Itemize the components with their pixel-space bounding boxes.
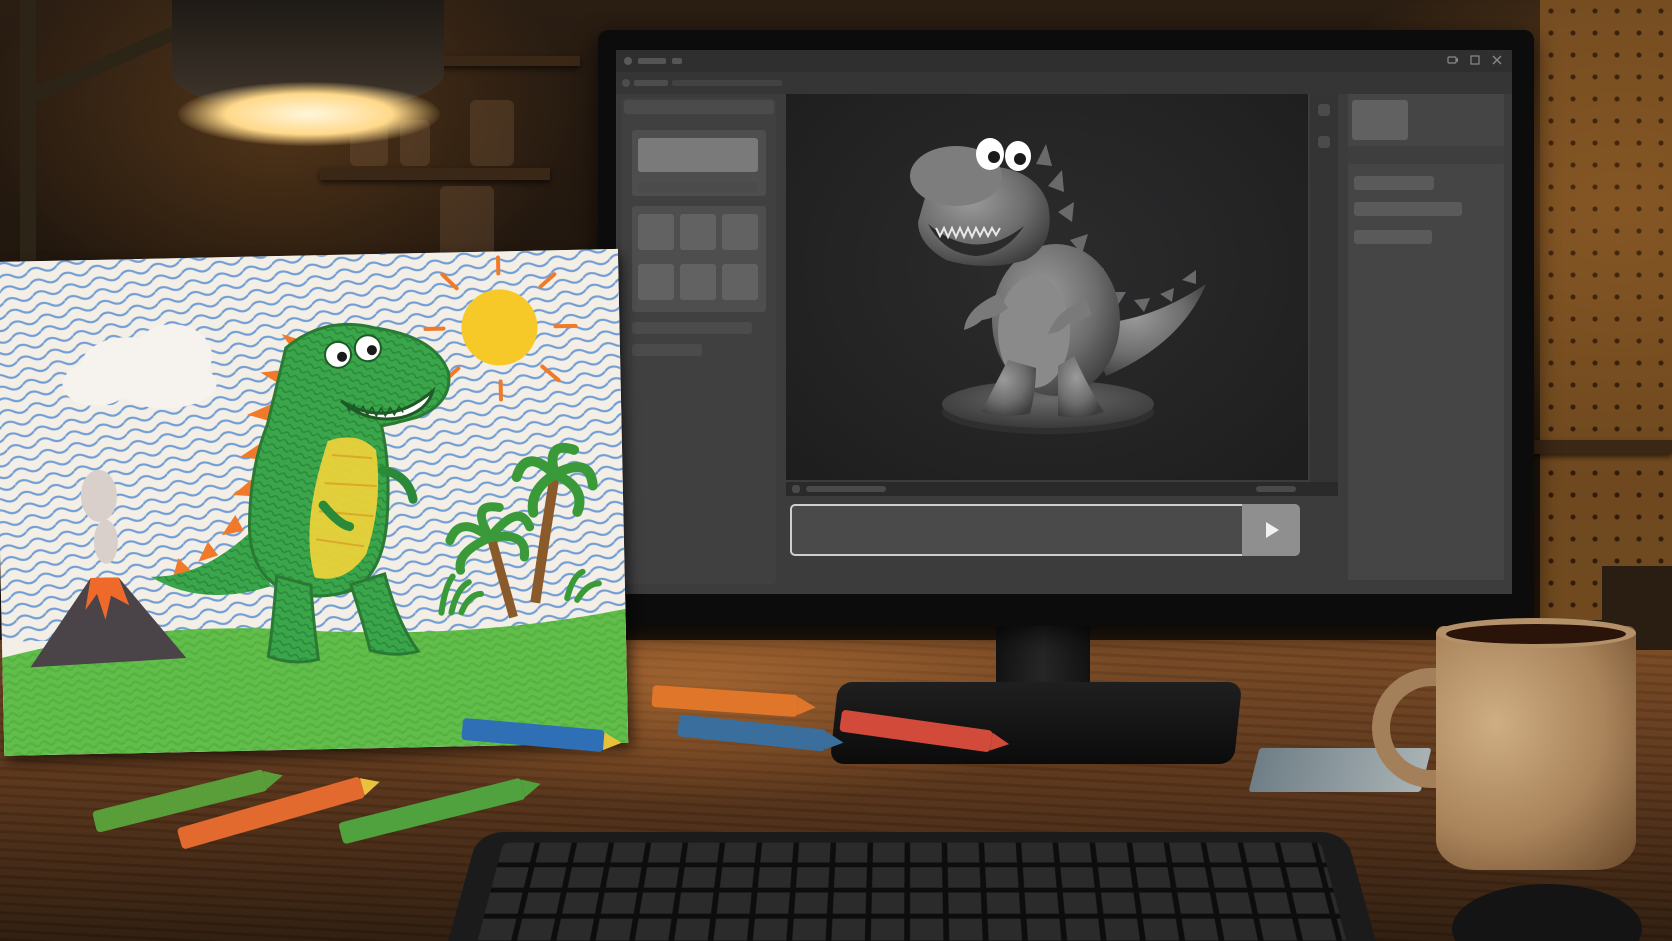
- thumbnail-tile[interactable]: [638, 264, 674, 300]
- status-text: [806, 486, 886, 492]
- keyboard-keys[interactable]: [470, 843, 1354, 941]
- thumbnail-tile[interactable]: [722, 264, 758, 300]
- panel-header: [624, 100, 774, 114]
- tool-button[interactable]: [1318, 136, 1330, 148]
- prompt-input[interactable]: [790, 504, 1270, 556]
- dino-pupil-right: [1014, 153, 1026, 165]
- tool-button[interactable]: [1318, 104, 1330, 116]
- dino-drawing-leg-left: [267, 575, 319, 662]
- coffee: [1446, 624, 1626, 644]
- modeling-app-window: [616, 50, 1512, 594]
- panel-preview-button[interactable]: [638, 138, 758, 172]
- 3d-viewport[interactable]: [786, 94, 1308, 480]
- viewport-status-bar: [786, 482, 1338, 496]
- crayon-drawing-paper: [0, 249, 628, 756]
- play-icon: [1260, 519, 1282, 541]
- workshop-scene: [0, 0, 1672, 941]
- status-text: [1256, 486, 1296, 492]
- wall-shelf: [420, 56, 580, 66]
- lamp-post: [20, 0, 36, 270]
- restore-icon[interactable]: [1468, 54, 1482, 68]
- camera-icon[interactable]: [1446, 54, 1460, 68]
- panel-row[interactable]: [632, 322, 752, 334]
- thumbnail-tile[interactable]: [680, 264, 716, 300]
- lamp-light: [178, 82, 440, 146]
- crayon-drawing: [0, 249, 628, 756]
- menu-bar: [616, 72, 1512, 94]
- title-placeholder: [672, 58, 682, 64]
- title-placeholder: [638, 58, 666, 64]
- thumbnail-tile[interactable]: [722, 214, 758, 250]
- left-panel: [622, 98, 776, 584]
- panel-label: [638, 182, 758, 192]
- shelf-jar: [470, 100, 514, 166]
- title-bar: [616, 50, 1512, 72]
- property-row[interactable]: [1354, 202, 1462, 216]
- right-panel: [1348, 94, 1504, 580]
- pegboard: [1540, 0, 1672, 620]
- dino-pupil-left: [988, 151, 1000, 163]
- status-icon: [792, 485, 800, 493]
- viewport-tool-strip: [1310, 94, 1338, 482]
- thumbnail-tile[interactable]: [680, 214, 716, 250]
- close-icon[interactable]: [1490, 54, 1504, 68]
- shelf-jar: [440, 186, 494, 256]
- menu-item[interactable]: [634, 80, 668, 86]
- properties-thumbnail[interactable]: [1352, 100, 1408, 140]
- app-icon: [624, 57, 632, 65]
- wall-shelf: [1520, 440, 1672, 454]
- keyboard[interactable]: [440, 832, 1384, 941]
- coffee-mug: [1436, 626, 1636, 870]
- thumbnail-tile[interactable]: [638, 214, 674, 250]
- menu-item[interactable]: [672, 80, 782, 86]
- generate-button[interactable]: [1242, 504, 1300, 556]
- property-row[interactable]: [1354, 230, 1432, 244]
- menu-icon[interactable]: [622, 79, 630, 87]
- panel-header: [1348, 146, 1504, 164]
- panel-row[interactable]: [632, 344, 702, 356]
- dino-3d-model: [786, 94, 1308, 480]
- wall-shelf: [320, 168, 550, 180]
- property-row[interactable]: [1354, 176, 1434, 190]
